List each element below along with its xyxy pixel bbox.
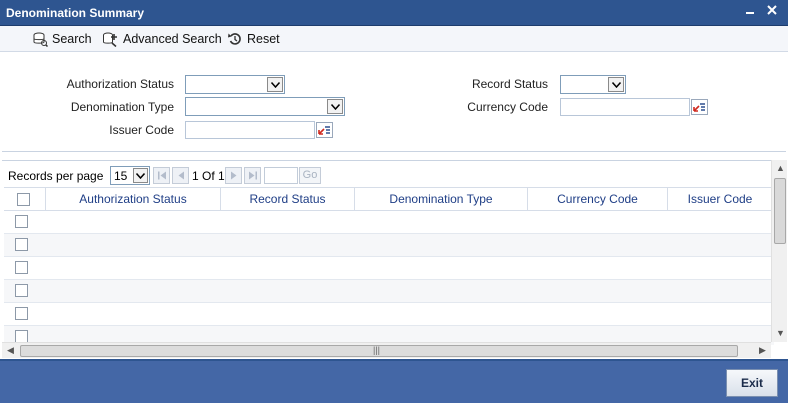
row-checkbox[interactable] (15, 215, 28, 228)
chevron-down-icon (133, 168, 148, 183)
denomination-summary-window: Denomination Summary Search Advanced Sea… (0, 0, 788, 403)
column-header-record-status[interactable]: Record Status (221, 188, 355, 211)
grip-icon: ||| (373, 345, 381, 355)
scroll-up-icon[interactable]: ▲ (776, 163, 785, 173)
currency-code-label: Currency Code (467, 100, 548, 114)
row-checkbox[interactable] (15, 307, 28, 320)
go-button[interactable]: Go (299, 167, 321, 184)
record-status-select[interactable] (560, 75, 626, 94)
advanced-search-button[interactable]: Advanced Search (101, 29, 222, 49)
row-checkbox[interactable] (15, 261, 28, 274)
table-row[interactable] (4, 280, 774, 303)
issuer-code-label: Issuer Code (109, 123, 174, 137)
last-page-icon[interactable] (244, 167, 261, 184)
reset-button[interactable]: Reset (227, 29, 280, 49)
scroll-down-icon[interactable]: ▼ (776, 328, 785, 338)
record-status-label: Record Status (471, 77, 548, 91)
table-row[interactable] (4, 303, 774, 326)
results-table: Authorization Status Record Status Denom… (4, 187, 774, 345)
chevron-down-icon (327, 99, 343, 114)
scroll-right-icon[interactable]: ▶ (759, 345, 766, 356)
row-checkbox[interactable] (15, 284, 28, 297)
denomination-type-label: Denomination Type (70, 100, 174, 114)
search-label: Search (52, 32, 92, 46)
pagination-bar: Records per page 15 1 Of 1 Go (2, 165, 682, 185)
currency-code-input[interactable] (560, 98, 690, 116)
list-of-values-icon[interactable] (316, 122, 333, 138)
table-row[interactable] (4, 234, 774, 257)
first-page-icon[interactable] (153, 167, 170, 184)
advanced-search-icon (103, 32, 117, 47)
column-header-currency-code[interactable]: Currency Code (528, 188, 668, 211)
vertical-scrollbar[interactable]: ▲ ▼ (771, 160, 787, 342)
records-per-page-label: Records per page (8, 169, 104, 183)
close-icon[interactable] (764, 3, 780, 19)
table-header: Authorization Status Record Status Denom… (4, 187, 774, 211)
column-header-denomination-type[interactable]: Denomination Type (355, 188, 528, 211)
page-info: 1 Of 1 (192, 169, 225, 183)
next-page-icon[interactable] (225, 167, 242, 184)
search-database-icon (33, 32, 48, 47)
title-bar: Denomination Summary (0, 0, 788, 26)
authorization-status-select[interactable] (185, 75, 285, 94)
column-header-authorization-status[interactable]: Authorization Status (46, 188, 221, 211)
footer-bar: Exit (0, 359, 788, 403)
table-row[interactable] (4, 211, 774, 234)
records-per-page-select[interactable]: 15 (110, 166, 150, 185)
authorization-status-label: Authorization Status (66, 77, 174, 91)
reset-label: Reset (247, 32, 280, 46)
advanced-search-label: Advanced Search (123, 32, 222, 46)
search-criteria-panel: Authorization Status Record Status Denom… (2, 53, 786, 152)
exit-button[interactable]: Exit (726, 369, 778, 397)
page-number-input[interactable] (264, 167, 298, 184)
scroll-left-icon[interactable]: ◀ (7, 345, 14, 356)
chevron-down-icon (267, 77, 283, 92)
chevron-down-icon (608, 77, 624, 92)
horizontal-scroll-thumb[interactable]: ||| (20, 345, 738, 357)
column-header-issuer-code[interactable]: Issuer Code (668, 188, 772, 211)
horizontal-scrollbar[interactable]: ◀ ||| ▶ (2, 342, 771, 358)
row-checkbox[interactable] (15, 238, 28, 251)
issuer-code-input[interactable] (185, 121, 315, 139)
records-per-page-value: 15 (114, 169, 128, 183)
select-all-cell (4, 188, 46, 211)
vertical-scroll-thumb[interactable] (774, 178, 786, 244)
reset-icon (228, 33, 241, 45)
toolbar: Search Advanced Search Reset (0, 26, 788, 52)
list-of-values-icon[interactable] (691, 99, 708, 115)
select-all-checkbox[interactable] (17, 193, 30, 206)
table-row[interactable] (4, 257, 774, 280)
minimize-icon[interactable] (742, 4, 758, 20)
search-button[interactable]: Search (32, 29, 92, 49)
denomination-type-select[interactable] (185, 97, 345, 116)
previous-page-icon[interactable] (172, 167, 189, 184)
window-title: Denomination Summary (6, 6, 145, 20)
results-grid: Records per page 15 1 Of 1 Go Authorizat… (2, 160, 786, 358)
